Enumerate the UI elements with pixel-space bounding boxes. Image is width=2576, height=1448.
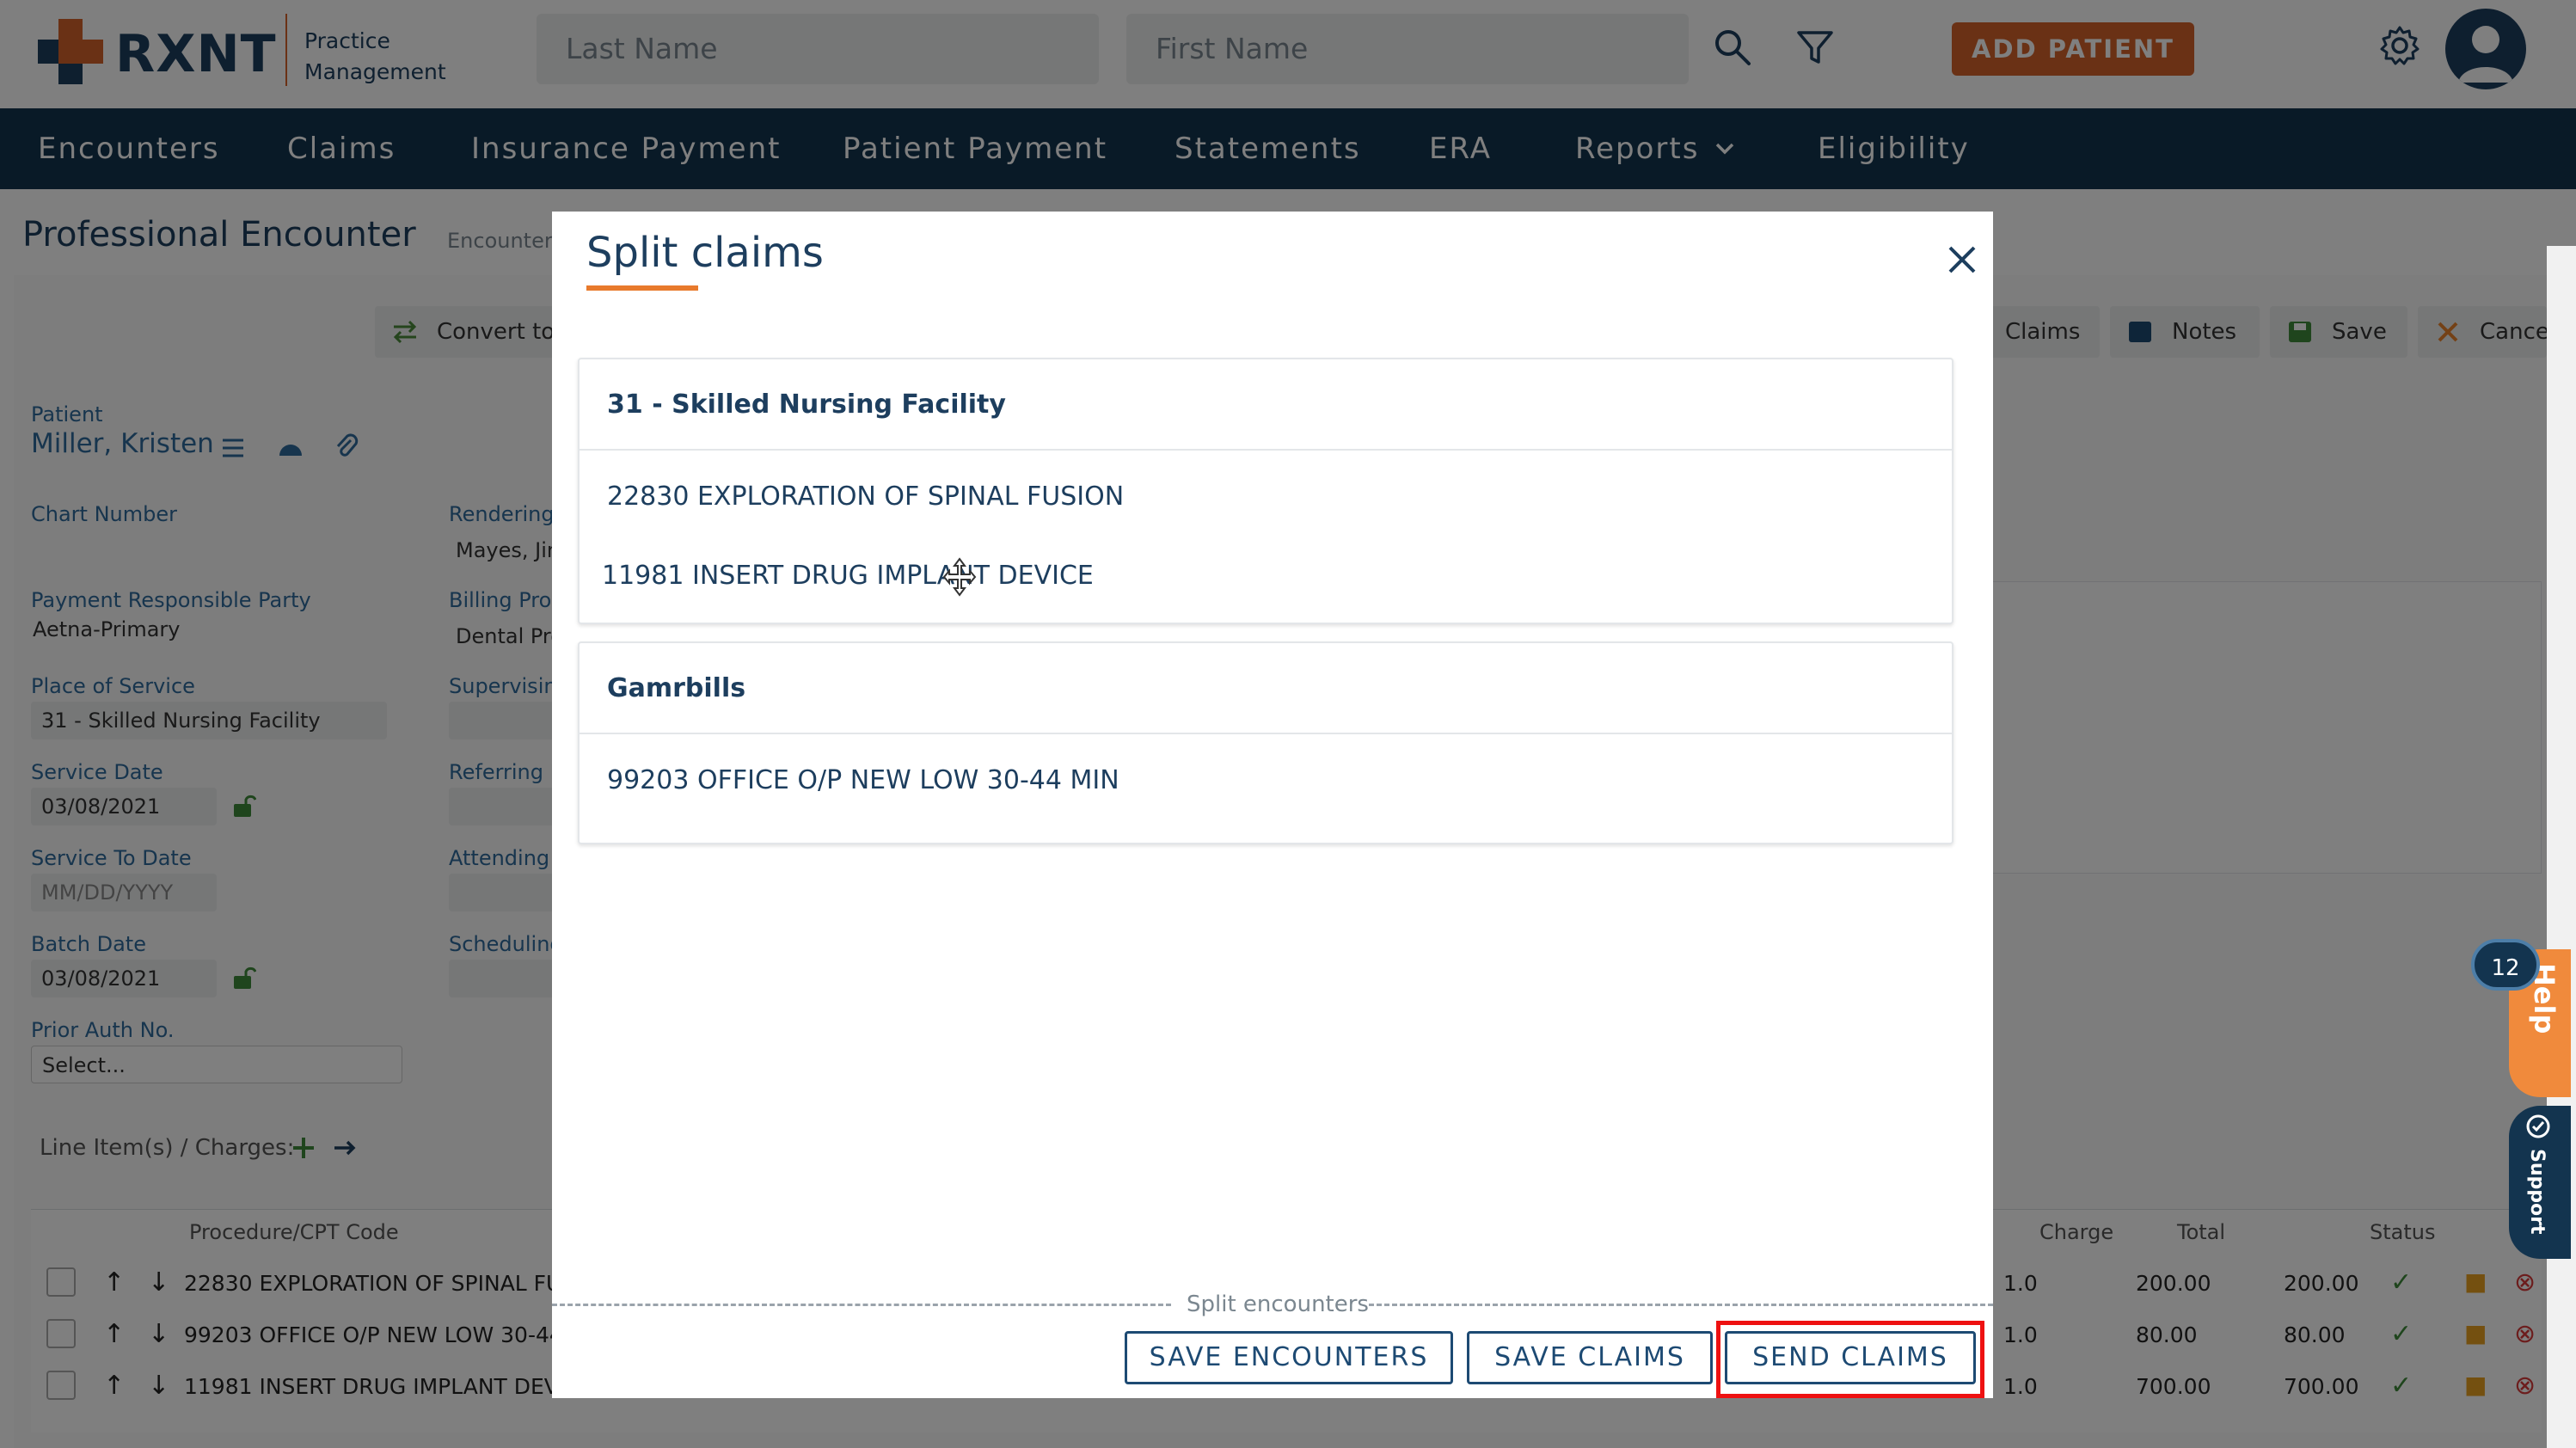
move-cursor-icon	[942, 557, 977, 597]
divider-left	[552, 1304, 1171, 1306]
save-encounters-button[interactable]: SAVE ENCOUNTERS	[1125, 1331, 1453, 1384]
support-label: Support	[2526, 1149, 2548, 1235]
modal-title: Split claims	[586, 229, 824, 277]
group-heading: Gamrbills	[580, 643, 1952, 734]
close-icon[interactable]	[1945, 242, 1979, 277]
claim-group-skilled-nursing: 31 - Skilled Nursing Facility 22830 EXPL…	[578, 358, 1953, 624]
support-icon	[2526, 1114, 2550, 1138]
page-scrollbar[interactable]	[2547, 246, 2576, 1448]
group-item-11981[interactable]: 11981 INSERT DRUG IMPLANT DEVICE	[602, 561, 1094, 591]
split-claims-modal: Split claims 31 - Skilled Nursing Facili…	[552, 212, 1993, 1398]
send-claims-highlight	[1716, 1321, 1984, 1398]
notification-badge[interactable]: 12	[2471, 939, 2540, 991]
split-encounters-label: Split encounters	[1187, 1292, 1369, 1317]
group-item-22830[interactable]: 22830 EXPLORATION OF SPINAL FUSION	[607, 482, 1124, 512]
save-claims-button[interactable]: SAVE CLAIMS	[1467, 1331, 1713, 1384]
group-item-99203[interactable]: 99203 OFFICE O/P NEW LOW 30-44 MIN	[607, 765, 1119, 795]
divider-right	[1369, 1304, 1993, 1306]
group-heading: 31 - Skilled Nursing Facility	[580, 359, 1952, 451]
title-underline	[586, 285, 698, 291]
claim-group-gamrbills: Gamrbills 99203 OFFICE O/P NEW LOW 30-44…	[578, 641, 1953, 844]
